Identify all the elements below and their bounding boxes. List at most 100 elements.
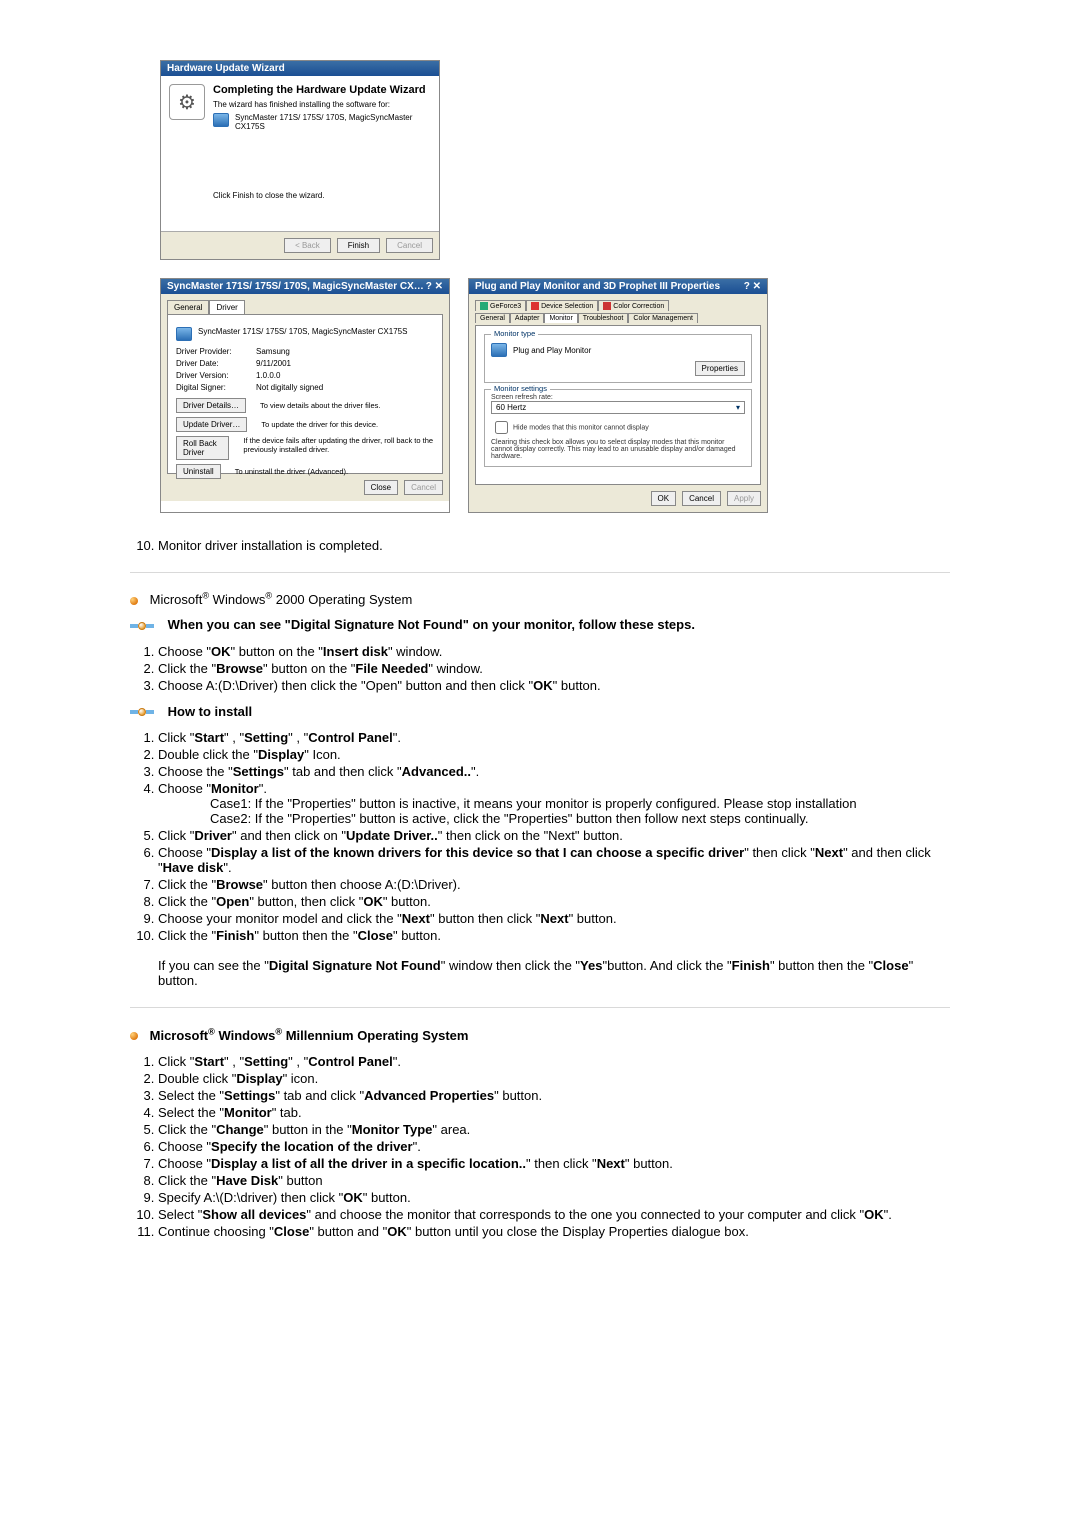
label-driver-date: Driver Date: <box>176 359 256 368</box>
divider <box>130 572 950 573</box>
install-step-5: Click "Driver" and then click on "Update… <box>158 827 950 844</box>
hardware-update-wizard-window: Hardware Update Wizard ⚙ Completing the … <box>160 60 440 260</box>
me-step-5: Click the "Change" button in the "Monito… <box>158 1121 950 1138</box>
cancel-button[interactable]: Cancel <box>386 238 433 253</box>
install-step-3: Choose the "Settings" tab and then click… <box>158 763 950 780</box>
value-driver-date: 9/11/2001 <box>256 359 291 368</box>
group-monitor-settings: Monitor settings <box>491 384 550 393</box>
wizard-icon: ⚙ <box>169 84 205 120</box>
wizard-heading: Completing the Hardware Update Wizard <box>213 84 431 96</box>
win2000-heading: Microsoft® Windows® 2000 Operating Syste… <box>130 591 950 607</box>
me-step-9: Specify A:\(D:\driver) then click "OK" b… <box>158 1189 950 1206</box>
wizard-body-text: The wizard has finished installing the s… <box>213 100 431 109</box>
me-step-6: Choose "Specify the location of the driv… <box>158 1138 950 1155</box>
badge-icon <box>130 705 154 719</box>
refresh-rate-dropdown[interactable]: 60 Hertz ▾ <box>491 401 745 414</box>
tab-color-management[interactable]: Color Management <box>628 313 698 323</box>
cancel-button-2[interactable]: Cancel <box>682 491 721 506</box>
post-step: If you can see the "Digital Signature No… <box>158 958 913 988</box>
tab-general-2[interactable]: General <box>475 313 510 323</box>
dsig-heading: When you can see "Digital Signature Not … <box>130 617 950 633</box>
install-step-10: Click the "Finish" button then the "Clos… <box>158 927 950 989</box>
cancel-button[interactable]: Cancel <box>404 480 443 495</box>
badge-icon <box>130 619 154 633</box>
install-step-6: Choose "Display a list of the known driv… <box>158 844 950 876</box>
tab-color-correction[interactable]: Color Correction <box>598 300 669 311</box>
back-button[interactable]: < Back <box>284 238 331 253</box>
tab-general[interactable]: General <box>167 300 209 314</box>
install-step-4: Choose "Monitor". Case1: If the "Propert… <box>158 780 950 827</box>
value-digital-signer: Not digitally signed <box>256 383 323 392</box>
howto-heading: How to install <box>130 704 950 720</box>
tab-troubleshoot[interactable]: Troubleshoot <box>578 313 629 323</box>
monitor-icon <box>213 113 229 127</box>
hide-modes-checkbox[interactable] <box>495 421 508 434</box>
me-step-8: Click the "Have Disk" button <box>158 1172 950 1189</box>
me-step-7: Choose "Display a list of all the driver… <box>158 1155 950 1172</box>
label-digital-signer: Digital Signer: <box>176 383 256 392</box>
driver-details-button[interactable]: Driver Details… <box>176 398 246 413</box>
me-step-4: Select the "Monitor" tab. <box>158 1104 950 1121</box>
monitor-icon <box>491 343 507 357</box>
roll-back-desc: If the device fails after updating the d… <box>243 436 434 454</box>
bullet-icon <box>130 597 138 605</box>
group-monitor-type: Monitor type <box>491 329 538 338</box>
monitor-name: Plug and Play Monitor <box>513 346 591 355</box>
case1: Case1: If the "Properties" button is ina… <box>210 796 950 811</box>
driver-props-title: SyncMaster 171S/ 175S/ 170S, MagicSyncMa… <box>161 279 449 294</box>
label-driver-provider: Driver Provider: <box>176 347 256 356</box>
tab-adapter[interactable]: Adapter <box>510 313 545 323</box>
close-button[interactable]: Close <box>364 480 398 495</box>
divider <box>130 1007 950 1008</box>
refresh-rate-value: 60 Hertz <box>496 403 526 412</box>
tab-device-selection[interactable]: Device Selection <box>526 300 598 311</box>
tab-driver[interactable]: Driver <box>209 300 244 314</box>
apply-button[interactable]: Apply <box>727 491 761 506</box>
install-step-2: Double click the "Display" Icon. <box>158 746 950 763</box>
ok-button[interactable]: OK <box>651 491 677 506</box>
me-step-11: Continue choosing "Close" button and "OK… <box>158 1223 950 1240</box>
refresh-rate-label: Screen refresh rate: <box>491 394 745 401</box>
me-step-10: Select "Show all devices" and choose the… <box>158 1206 950 1223</box>
uninstall-button[interactable]: Uninstall <box>176 464 221 479</box>
device-name: SyncMaster 171S/ 175S/ 170S, MagicSyncMa… <box>198 327 407 341</box>
me-step-3: Select the "Settings" tab and click "Adv… <box>158 1087 950 1104</box>
dsig-step-1: Choose "OK" button on the "Insert disk" … <box>158 643 950 660</box>
monitor-icon <box>176 327 192 341</box>
install-step-7: Click the "Browse" button then choose A:… <box>158 876 950 893</box>
wizard-device-name: SyncMaster 171S/ 175S/ 170S, MagicSyncMa… <box>235 113 431 131</box>
install-step-8: Click the "Open" button, then click "OK"… <box>158 893 950 910</box>
driver-properties-window: SyncMaster 171S/ 175S/ 170S, MagicSyncMa… <box>160 278 450 513</box>
value-driver-provider: Samsung <box>256 347 290 356</box>
uninstall-desc: To uninstall the driver (Advanced). <box>235 467 348 476</box>
color-icon <box>603 302 611 310</box>
nvidia-icon <box>480 302 488 310</box>
finish-button[interactable]: Finish <box>337 238 380 253</box>
monitor-properties-window: Plug and Play Monitor and 3D Prophet III… <box>468 278 768 513</box>
monitor-props-title: Plug and Play Monitor and 3D Prophet III… <box>469 279 767 294</box>
case2: Case2: If the "Properties" button is act… <box>210 811 950 826</box>
bullet-icon <box>130 1032 138 1040</box>
update-driver-button[interactable]: Update Driver… <box>176 417 247 432</box>
warning-text: Clearing this check box allows you to se… <box>491 439 745 460</box>
chevron-down-icon: ▾ <box>736 403 740 412</box>
device-icon <box>531 302 539 310</box>
tab-monitor[interactable]: Monitor <box>544 313 577 323</box>
value-driver-version: 1.0.0.0 <box>256 371 280 380</box>
install-step-9: Choose your monitor model and click the … <box>158 910 950 927</box>
label-driver-version: Driver Version: <box>176 371 256 380</box>
winme-heading: Microsoft® Windows® Millennium Operating… <box>130 1026 950 1042</box>
step-10: Monitor driver installation is completed… <box>158 537 950 554</box>
tab-geforce3[interactable]: GeForce3 <box>475 300 526 311</box>
properties-button[interactable]: Properties <box>695 361 745 376</box>
dsig-step-2: Click the "Browse" button on the "File N… <box>158 660 950 677</box>
wizard-titlebar: Hardware Update Wizard <box>161 61 439 76</box>
driver-details-desc: To view details about the driver files. <box>260 401 380 410</box>
hide-modes-label: Hide modes that this monitor cannot disp… <box>513 424 649 431</box>
me-step-2: Double click "Display" icon. <box>158 1070 950 1087</box>
dsig-step-3: Choose A:(D:\Driver) then click the "Ope… <box>158 677 950 694</box>
roll-back-driver-button[interactable]: Roll Back Driver <box>176 436 229 460</box>
install-step-1: Click "Start" , "Setting" , "Control Pan… <box>158 729 950 746</box>
me-step-1: Click "Start" , "Setting" , "Control Pan… <box>158 1053 950 1070</box>
update-driver-desc: To update the driver for this device. <box>261 420 378 429</box>
